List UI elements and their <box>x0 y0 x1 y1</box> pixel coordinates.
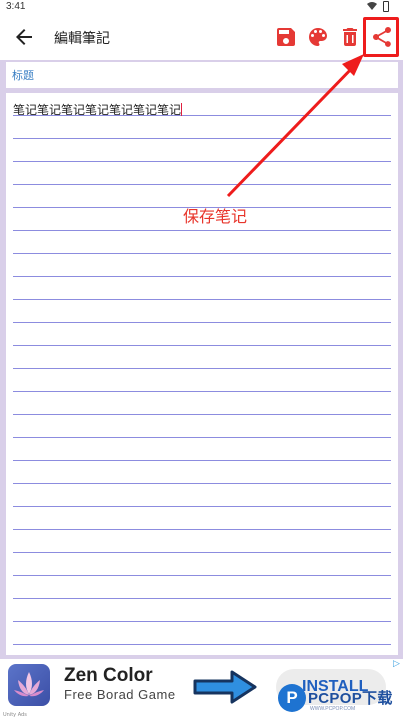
site-watermark: P PCPOP下载 WWW.PCPOP.COM <box>278 682 402 718</box>
note-title-input[interactable] <box>6 62 398 88</box>
save-icon[interactable] <box>274 25 298 49</box>
status-bar: 3:41 <box>0 0 403 14</box>
text-caret <box>181 103 183 116</box>
ad-subtitle: Free Borad Game <box>64 687 176 702</box>
trash-icon[interactable] <box>338 25 362 49</box>
ruled-lines <box>13 93 391 655</box>
app-bar: 編輯筆記 <box>0 14 403 60</box>
ad-title: Zen Color <box>64 665 153 686</box>
share-highlight-box <box>363 17 399 57</box>
ad-footer: Unity Ads <box>3 712 27 718</box>
back-arrow-icon[interactable] <box>12 25 36 49</box>
note-body-content: 笔记笔记笔记笔记笔记笔记笔记 <box>13 103 182 117</box>
watermark-subtext: WWW.PCPOP.COM <box>310 706 356 712</box>
page-title: 編輯筆記 <box>54 31 110 47</box>
note-body-editor[interactable]: 笔记笔记笔记笔记笔记笔记笔记 <box>6 93 398 655</box>
ad-choices-icon[interactable]: ▷ <box>393 659 400 669</box>
palette-icon[interactable] <box>306 25 330 49</box>
wifi-icon <box>367 2 377 10</box>
lotus-app-icon[interactable] <box>8 664 50 706</box>
watermark-logo: P <box>278 684 306 712</box>
watermark-text: PCPOP下载 <box>308 690 393 707</box>
annotation-label: 保存笔记 <box>183 207 248 226</box>
right-arrow-icon <box>193 670 257 704</box>
status-time: 3:41 <box>6 1 26 12</box>
note-body-text: 笔记笔记笔记笔记笔记笔记笔记 <box>13 101 183 118</box>
battery-icon <box>383 1 389 12</box>
